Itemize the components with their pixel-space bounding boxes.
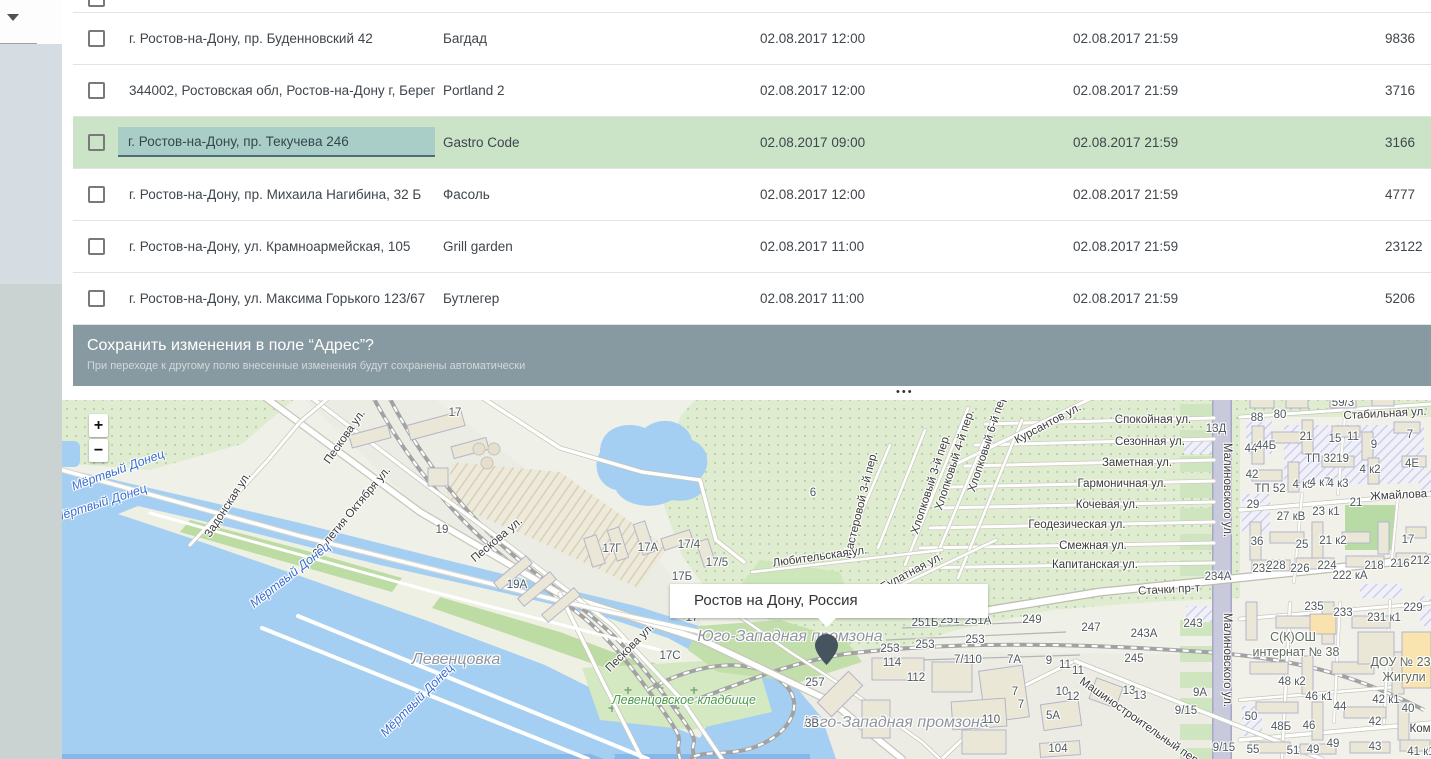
row-address: г. Ростов-на-Дону, пр. Буденновский 42 (129, 13, 435, 64)
save-banner-subtitle: При переходе к другому полю внесенные из… (87, 360, 1431, 372)
row-address: г. Ростов-на-Дону, пр. Михаила Нагибина,… (129, 169, 435, 220)
map-zoom-control: + − (89, 414, 108, 464)
row-checkbox[interactable] (88, 238, 105, 255)
row-start-time: 02.08.2017 12:00 (760, 13, 865, 64)
row-address: г. Ростов-на-Дону, ул. Крамноармейская, … (129, 221, 435, 272)
table-row[interactable]: г. Ростов-на-Дону, ул. Крамноармейская, … (73, 221, 1431, 273)
address-edit-field[interactable] (118, 127, 435, 157)
row-checkbox[interactable] (88, 82, 105, 99)
row-end-time: 02.08.2017 21:59 (1073, 221, 1178, 272)
row-end-time: 02.08.2017 21:59 (1073, 65, 1178, 116)
pane-splitter: ••• (62, 386, 1431, 400)
sidebar-panel-bottom (0, 284, 62, 759)
row-checkbox[interactable] (88, 0, 105, 7)
row-name: Portland 2 (443, 65, 743, 116)
map-tooltip-notch (818, 618, 836, 627)
map-graphics (62, 400, 1431, 759)
row-name: Grill garden (443, 221, 743, 272)
zoom-in-button[interactable]: + (89, 414, 108, 437)
map-tooltip: Ростов на Дону, Россия (670, 584, 988, 618)
splitter-handle[interactable]: ••• (896, 386, 914, 398)
row-end-time: 02.08.2017 21:59 (1073, 13, 1178, 64)
row-name: Багдад (443, 13, 743, 64)
row-checkbox[interactable] (88, 30, 105, 47)
map-pin[interactable] (815, 634, 838, 665)
zoom-out-button[interactable]: − (89, 439, 108, 462)
row-address: г. Ростов-на-Дону, ул. Максима Горького … (129, 273, 435, 324)
sidebar-panel-top (0, 44, 62, 284)
table-row[interactable]: Gastro Code 02.08.2017 09:00 02.08.2017 21… (73, 117, 1431, 169)
row-checkbox[interactable] (88, 134, 105, 151)
row-value: 9836 (1385, 13, 1415, 64)
row-start-time: 02.08.2017 09:00 (760, 117, 865, 168)
row-address: 344002, Ростовская обл, Ростов-на-Дону г… (129, 65, 435, 116)
map-canvas[interactable]: Задонская ул.30-летия Октября ул.Пескова… (62, 400, 1431, 759)
row-start-time: 02.08.2017 12:00 (760, 169, 865, 220)
row-start-time: 02.08.2017 11:00 (760, 273, 864, 324)
row-name: Бутлегер (443, 273, 743, 324)
table-row-partial (73, 0, 1431, 13)
row-value: 23122 (1385, 221, 1423, 272)
table-row[interactable]: г. Ростов-на-Дону, пр. Михаила Нагибина,… (73, 169, 1431, 221)
row-start-time: 02.08.2017 12:00 (760, 65, 865, 116)
chevron-down-icon[interactable] (7, 14, 19, 21)
row-start-time: 02.08.2017 11:00 (760, 221, 864, 272)
save-banner-title: Сохранить изменения в поле “Адрес”? (87, 335, 1431, 357)
table-row[interactable]: г. Ростов-на-Дону, ул. Максима Горького … (73, 273, 1431, 325)
address-input[interactable] (118, 127, 435, 155)
row-checkbox[interactable] (88, 290, 105, 307)
map-tooltip-text: Ростов на Дону, Россия (694, 592, 858, 609)
left-sidebar (0, 0, 62, 759)
row-checkbox[interactable] (88, 186, 105, 203)
table-row[interactable]: г. Ростов-на-Дону, пр. Буденновский 42Ба… (73, 13, 1431, 65)
row-name: Gastro Code (443, 117, 743, 168)
row-end-time: 02.08.2017 21:59 (1073, 117, 1178, 168)
locations-table: г. Ростов-на-Дону, пр. Буденновский 42Ба… (73, 0, 1431, 325)
row-name: Фасоль (443, 169, 743, 220)
row-value: 4777 (1385, 169, 1415, 220)
row-value: 5206 (1385, 273, 1415, 324)
row-end-time: 02.08.2017 21:59 (1073, 169, 1178, 220)
row-value: 3166 (1385, 117, 1415, 168)
save-banner: Сохранить изменения в поле “Адрес”? При … (73, 325, 1431, 386)
table-row[interactable]: 344002, Ростовская обл, Ростов-на-Дону г… (73, 65, 1431, 117)
sidebar-header (0, 0, 62, 44)
row-end-time: 02.08.2017 21:59 (1073, 273, 1178, 324)
row-value: 3716 (1385, 65, 1415, 116)
